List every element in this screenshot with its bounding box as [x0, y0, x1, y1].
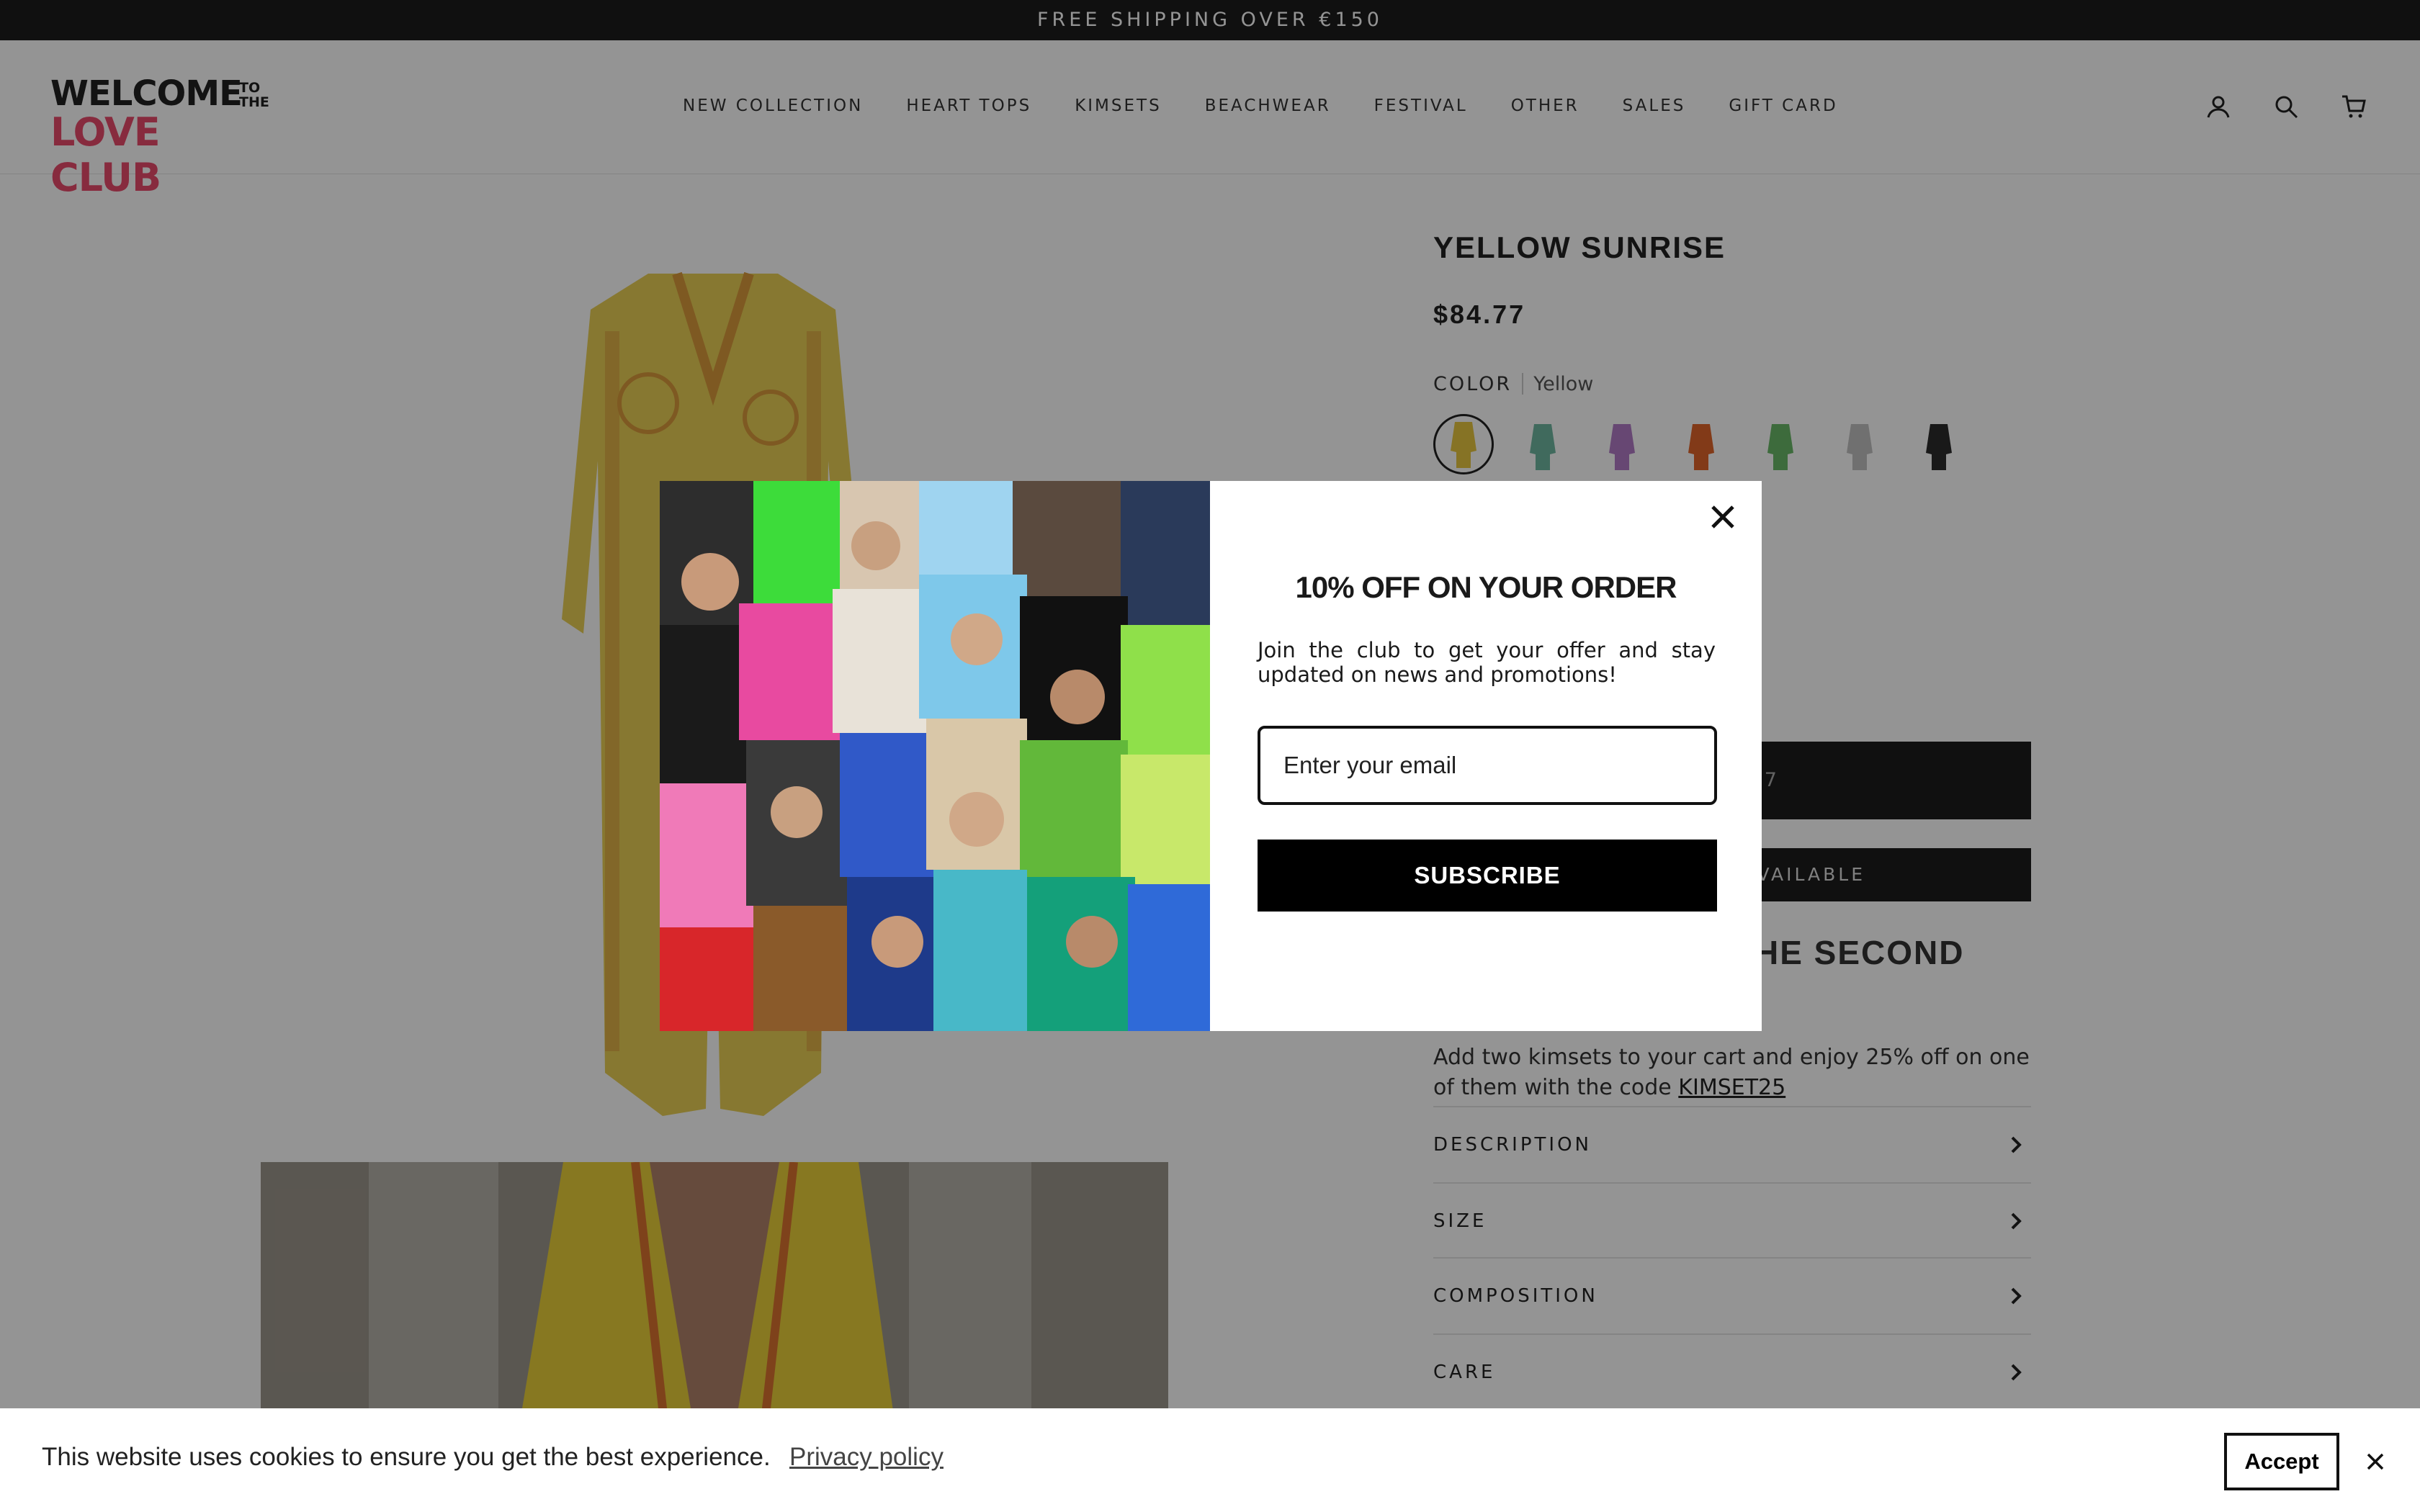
cookie-message: This website uses cookies to ensure you …	[42, 1443, 771, 1471]
subscribe-button[interactable]: SUBSCRIBE	[1258, 840, 1717, 912]
popup-close-icon[interactable]	[1703, 497, 1743, 537]
popup-collage-image	[660, 481, 1210, 1031]
popup-body: 10% OFF ON YOUR ORDER Join the club to g…	[1210, 481, 1762, 1031]
popup-text: Join the club to get your offer and stay…	[1258, 638, 1716, 687]
privacy-policy-link[interactable]: Privacy policy	[789, 1443, 944, 1472]
accept-cookies-button[interactable]: Accept	[2224, 1433, 2339, 1490]
cookie-banner: This website uses cookies to ensure you …	[0, 1408, 2420, 1512]
page: FREE SHIPPING OVER €150 WELCOME TO THE L…	[0, 0, 2420, 1512]
newsletter-popup: 10% OFF ON YOUR ORDER Join the club to g…	[660, 481, 1762, 1031]
email-input[interactable]	[1258, 726, 1717, 805]
cookie-close-icon[interactable]	[2354, 1440, 2397, 1483]
popup-title: 10% OFF ON YOUR ORDER	[1295, 570, 1677, 604]
